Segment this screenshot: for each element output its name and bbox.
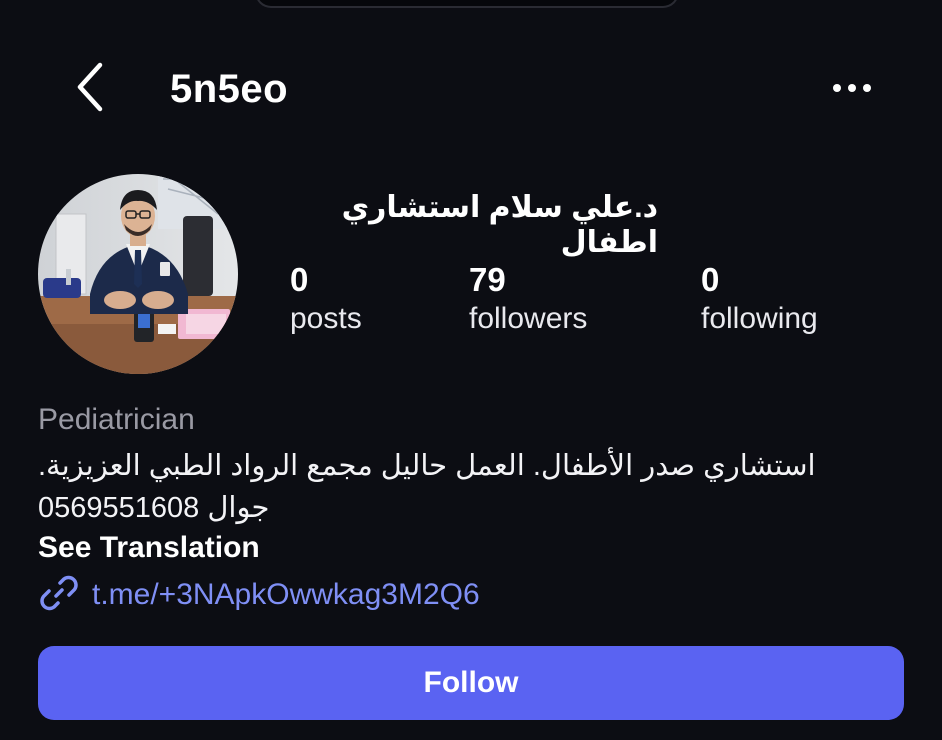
stat-followers[interactable]: 79 followers [469,260,587,338]
profile-link[interactable]: t.me/+3NApkOwwkag3M2Q6 [38,574,480,616]
followers-count: 79 [469,261,506,298]
bio-line-2: جوال 0569551608 [38,492,270,524]
posts-count: 0 [290,261,309,298]
profile-header: 5n5eo [0,55,942,127]
more-options-button[interactable] [820,65,884,113]
followers-label: followers [469,302,588,335]
posts-label: posts [290,302,362,335]
bio-line-1: استشاري صدر الأطفال. العمل حاليل مجمع ال… [38,450,816,482]
profile-display-name: د.علي سلام استشاري اطفال [341,191,658,259]
chevron-left-icon [75,62,105,117]
profile-category: Pediatrician [38,403,195,436]
see-translation-link[interactable]: See Translation [38,531,260,565]
stat-posts[interactable]: 0 posts [290,260,362,338]
follow-button[interactable]: Follow [38,646,904,720]
following-label: following [701,302,818,335]
profile-link-text: t.me/+3NApkOwwkag3M2Q6 [92,578,480,611]
link-icon [38,572,80,619]
stat-following[interactable]: 0 following [701,260,818,338]
following-count: 0 [701,261,720,298]
profile-avatar[interactable] [38,174,238,374]
ellipsis-icon [832,80,872,98]
device-notch [255,0,679,8]
profile-photo [38,174,238,374]
back-button[interactable] [62,61,118,117]
profile-username: 5n5eo [170,67,289,111]
